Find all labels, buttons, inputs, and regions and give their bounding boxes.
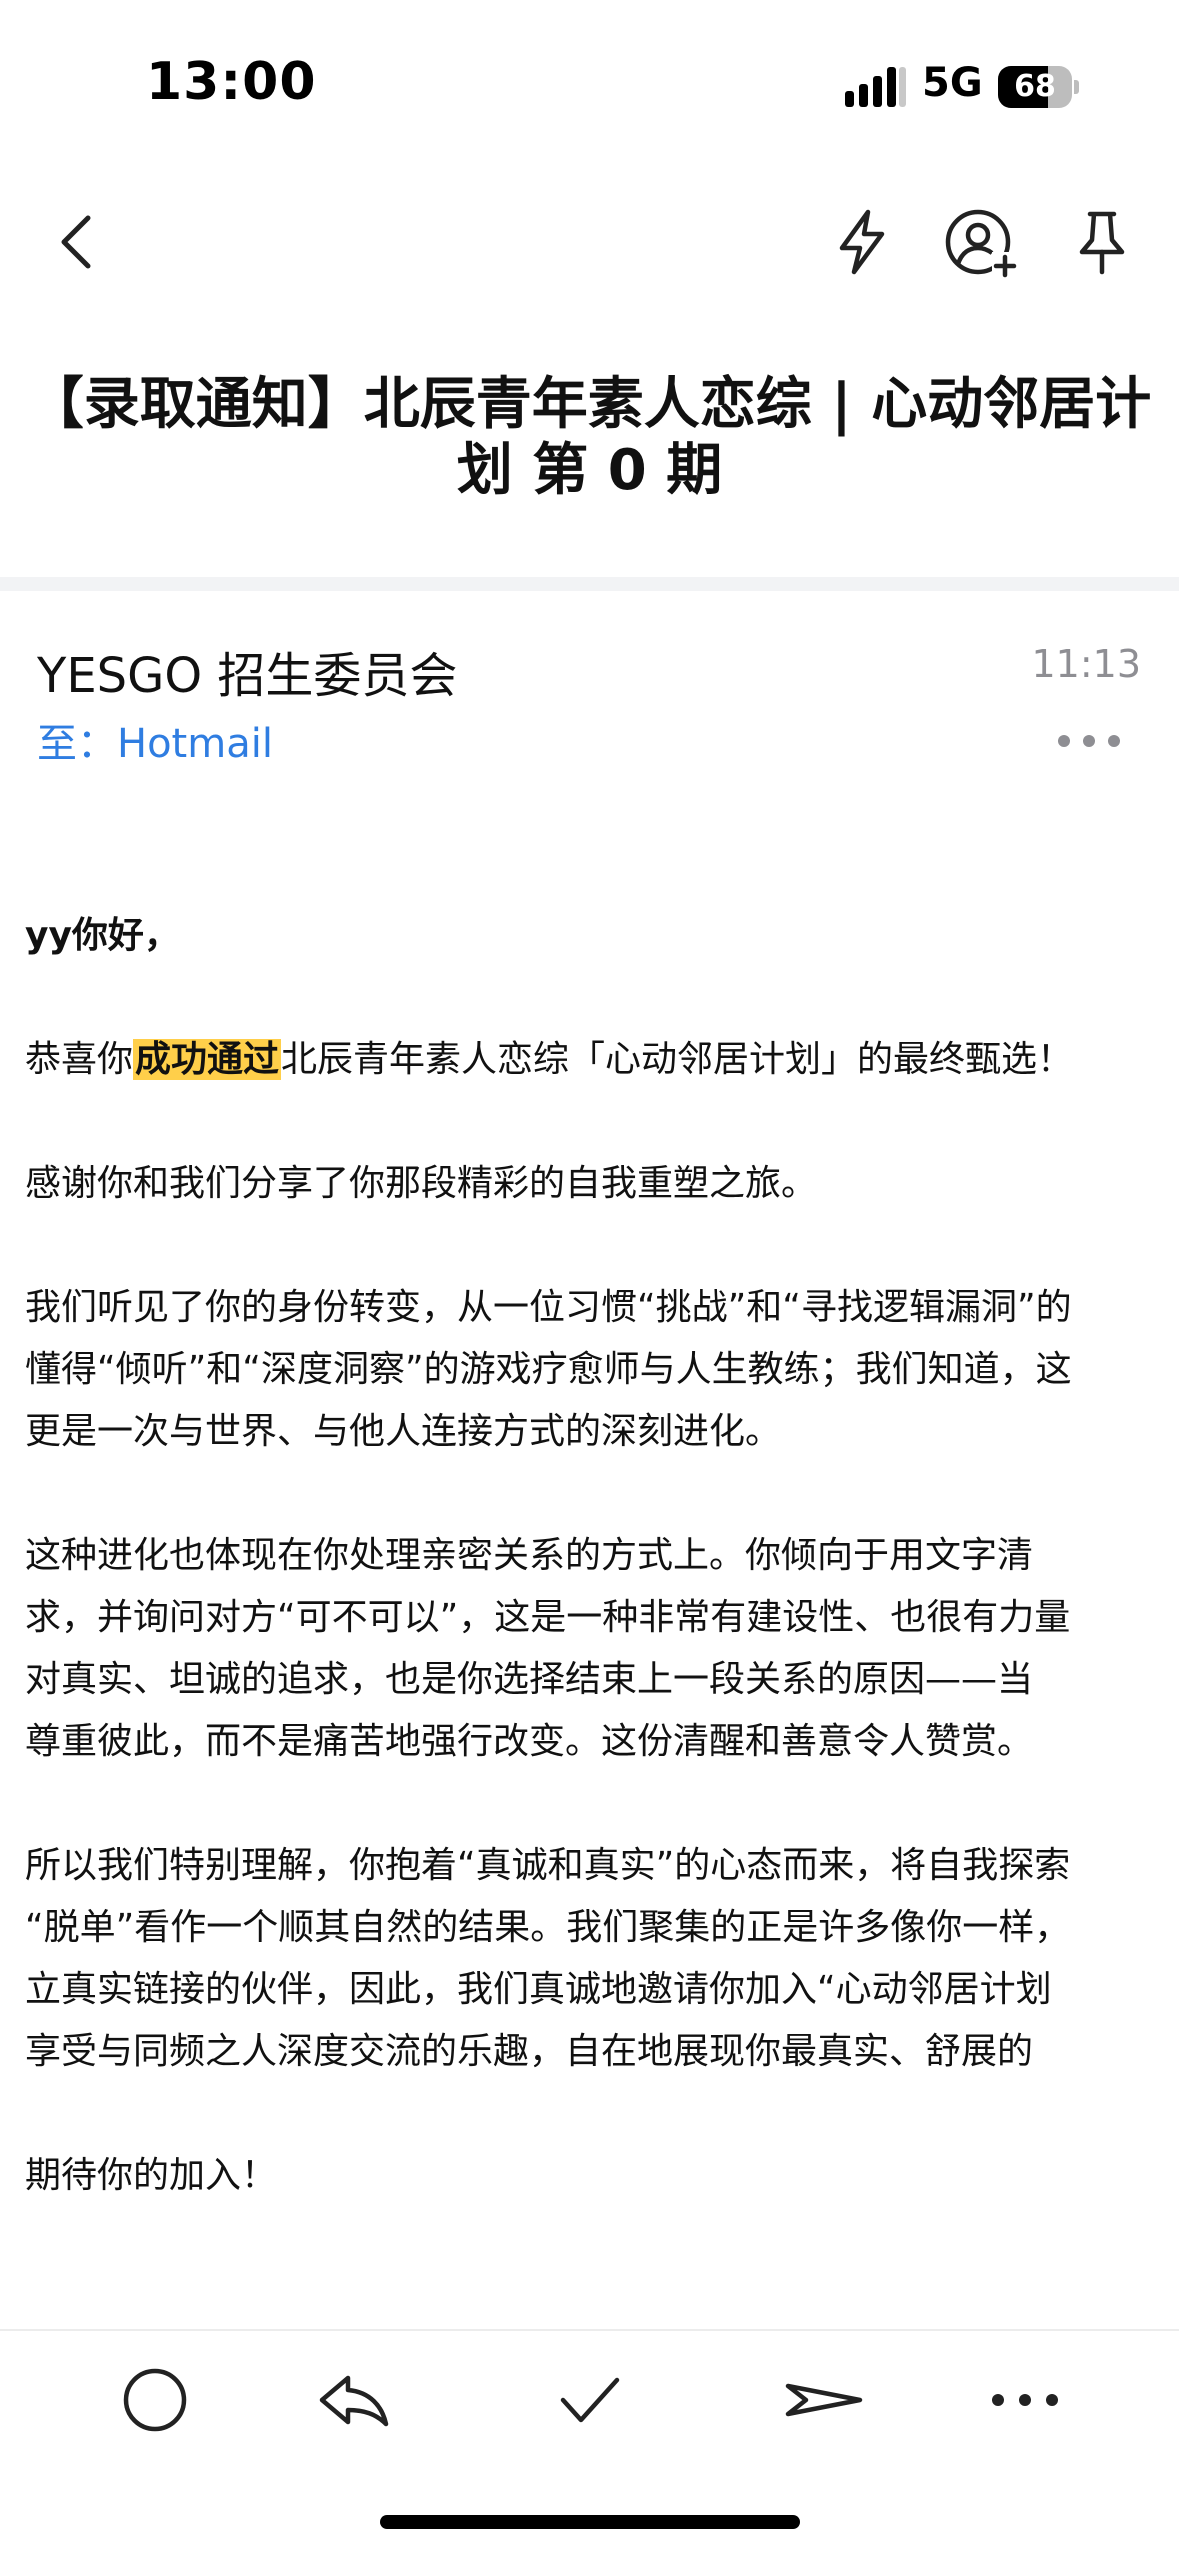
cellular-signal-icon [845,65,907,109]
checkmark-icon [560,2377,620,2423]
lightning-icon [839,209,885,275]
home-indicator[interactable] [380,2515,800,2529]
quick-action-button[interactable] [822,202,902,282]
body-paragraph-4-line-1: 这种进化也体现在你处理亲密关系的方式上。你倾向于用文字清 [25,1535,1034,1576]
back-button[interactable] [38,202,118,282]
body-paragraph-4-line-2: 求，并询问对方“可不可以”，这是一种非常有建设性、也很有力量 [25,1597,1071,1638]
body-paragraph-5-line-4: 享受与同频之人深度交流的乐趣，自在地展现你最真实、舒展的 [25,2031,1034,2072]
body-paragraph-4-line-4: 尊重彼此，而不是痛苦地强行改变。这份清醒和善意令人赞赏。 [25,1721,1034,1762]
pin-button[interactable] [1062,202,1142,282]
chevron-left-icon [61,215,91,269]
body-paragraph-5-line-1: 所以我们特别理解，你抱着“真诚和真实”的心态而来，将自我探索 [25,1845,1071,1886]
mark-button[interactable] [110,2360,200,2440]
reply-icon [319,2375,389,2427]
more-options-button[interactable] [1055,728,1123,754]
send-time: 11:13 [1031,642,1141,686]
sender-name[interactable]: YESGO 招生委员会 [37,636,457,706]
status-bar: 13:00 5G 68 [0,0,1179,175]
pin-icon [1079,211,1125,275]
email-subject: 【录取通知】北辰青年素人恋综 | 心动邻居计划 第 0 期 [27,372,1152,503]
toolbar-divider [0,2329,1179,2331]
network-type: 5G [922,60,983,106]
body-paragraph-4-line-3: 对真实、坦诚的追求，也是你选择结束上一段关系的原因——当 [25,1659,1034,1700]
body-paragraph-5-line-2: “脱单”看作一个顺其自然的结果。我们聚集的正是许多像你一样， [25,1907,1071,1948]
reply-button[interactable] [308,2360,398,2440]
body-paragraph-1: 恭喜你成功通过北辰青年素人恋综「心动邻居计划」的最终甄选！ [25,1039,1074,1080]
forward-button[interactable] [778,2360,868,2440]
done-button[interactable] [545,2360,635,2440]
battery-level: 68 [1014,69,1056,104]
recipient-label: 至： [37,721,117,767]
add-contact-icon [945,209,1018,278]
recipient-line[interactable]: 至：Hotmail [37,711,273,769]
forward-icon [785,2383,863,2417]
section-divider [0,577,1179,591]
more-horizontal-icon [992,2394,1058,2406]
body-paragraph-3-line-1: 我们听见了你的身份转变，从一位习惯“挑战”和“寻找逻辑漏洞”的 [25,1287,1072,1328]
circle-icon [123,2368,187,2432]
more-actions-button[interactable] [980,2360,1070,2440]
add-contact-button[interactable] [940,202,1020,282]
greeting: yy你好， [25,915,180,956]
highlighted-text: 成功通过 [133,1039,282,1080]
body-paragraph-3-line-3: 更是一次与世界、与他人连接方式的深刻进化。 [25,1411,782,1452]
battery-icon: 68 [998,66,1079,108]
body-paragraph-3-line-2: 懂得“倾听”和“深度洞察”的游戏疗愈师与人生教练；我们知道，这 [25,1349,1072,1390]
email-body: yy你好， 恭喜你成功通过北辰青年素人恋综「心动邻居计划」的最终甄选！ 感谢你和… [25,905,1165,2207]
more-horizontal-icon [1058,735,1120,747]
body-paragraph-6: 期待你的加入！ [25,2155,278,2196]
body-paragraph-5-line-3: 立真实链接的伙伴，因此，我们真诚地邀请你加入“心动邻居计划 [25,1969,1052,2010]
recipient-name[interactable]: Hotmail [117,721,273,767]
status-time: 13:00 [146,52,317,112]
body-paragraph-2: 感谢你和我们分享了你那段精彩的自我重塑之旅。 [25,1163,818,1204]
